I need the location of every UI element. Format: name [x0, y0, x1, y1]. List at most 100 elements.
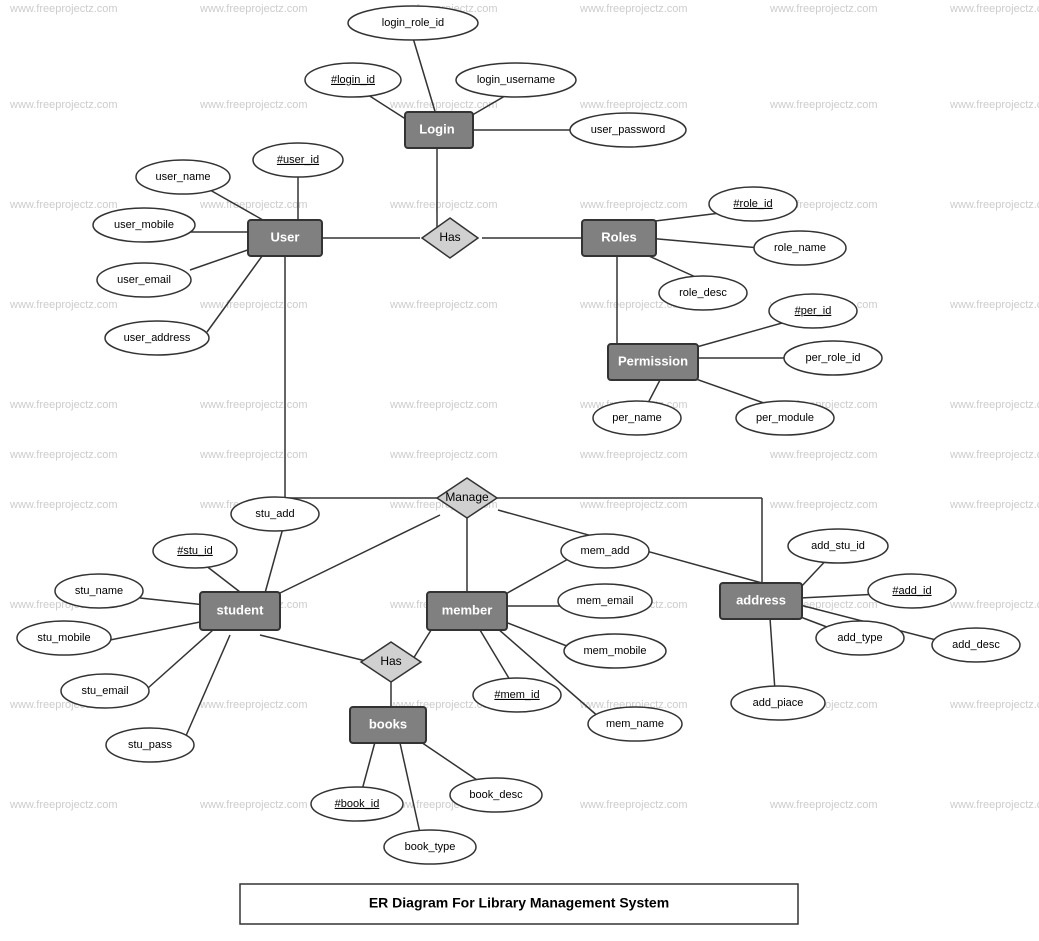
attr-add-stu-id: add_stu_id: [788, 529, 888, 563]
entity-student: student: [200, 592, 280, 630]
svg-text:#login_id: #login_id: [331, 74, 375, 86]
svg-text:www.freeprojectz.com: www.freeprojectz.com: [579, 99, 688, 111]
svg-text:www.freeprojectz.com: www.freeprojectz.com: [199, 799, 308, 811]
attr-user-address: user_address: [105, 321, 209, 355]
svg-text:www.freeprojectz.com: www.freeprojectz.com: [949, 449, 1039, 461]
svg-text:mem_add: mem_add: [581, 545, 630, 557]
attr-add-desc: add_desc: [932, 628, 1020, 662]
attr-user-name: user_name: [136, 160, 230, 194]
svg-text:www.freeprojectz.com: www.freeprojectz.com: [949, 3, 1039, 15]
attr-per-module: per_module: [736, 401, 834, 435]
attr-mem-mobile: mem_mobile: [564, 634, 666, 668]
svg-text:user_address: user_address: [124, 332, 191, 344]
svg-text:www.freeprojectz.com: www.freeprojectz.com: [769, 499, 878, 511]
attr-per-role-id: per_role_id: [784, 341, 882, 375]
svg-text:#per_id: #per_id: [795, 305, 832, 317]
svg-text:address: address: [736, 592, 786, 607]
entity-books: books: [350, 707, 426, 743]
svg-text:stu_pass: stu_pass: [128, 739, 173, 751]
entity-user: User: [248, 220, 322, 256]
svg-text:www.freeprojectz.com: www.freeprojectz.com: [9, 449, 118, 461]
svg-text:www.freeprojectz.com: www.freeprojectz.com: [199, 449, 308, 461]
svg-text:User: User: [271, 229, 300, 244]
svg-text:#mem_id: #mem_id: [494, 689, 539, 701]
svg-text:Manage: Manage: [445, 490, 489, 504]
entity-roles: Roles: [582, 220, 656, 256]
attr-stu-email: stu_email: [61, 674, 149, 708]
relation-has1: Has: [422, 218, 478, 258]
svg-text:www.freeprojectz.com: www.freeprojectz.com: [769, 99, 878, 111]
svg-text:www.freeprojectz.com: www.freeprojectz.com: [9, 99, 118, 111]
svg-text:www.freeprojectz.com: www.freeprojectz.com: [389, 199, 498, 211]
svg-text:stu_email: stu_email: [81, 685, 128, 697]
svg-text:www.freeprojectz.com: www.freeprojectz.com: [769, 799, 878, 811]
svg-text:login_username: login_username: [477, 74, 555, 86]
entity-address: address: [720, 583, 802, 619]
attr-user-password: user_password: [570, 113, 686, 147]
attr-stu-id: #stu_id: [153, 534, 237, 568]
svg-text:Permission: Permission: [618, 353, 688, 368]
svg-text:stu_mobile: stu_mobile: [37, 632, 90, 644]
attr-book-type: book_type: [384, 830, 476, 864]
svg-text:add_type: add_type: [837, 632, 882, 644]
svg-text:www.freeprojectz.com: www.freeprojectz.com: [949, 99, 1039, 111]
attr-per-name: per_name: [593, 401, 681, 435]
svg-text:user_name: user_name: [155, 171, 210, 183]
svg-text:www.freeprojectz.com: www.freeprojectz.com: [769, 3, 878, 15]
svg-text:stu_add: stu_add: [255, 508, 294, 520]
svg-text:per_module: per_module: [756, 412, 814, 424]
attr-stu-mobile: stu_mobile: [17, 621, 111, 655]
svg-text:www.freeprojectz.com: www.freeprojectz.com: [769, 449, 878, 461]
svg-text:role_name: role_name: [774, 242, 826, 254]
svg-text:www.freeprojectz.com: www.freeprojectz.com: [9, 3, 118, 15]
svg-text:www.freeprojectz.com: www.freeprojectz.com: [389, 299, 498, 311]
svg-text:per_name: per_name: [612, 412, 662, 424]
svg-text:www.freeprojectz.com: www.freeprojectz.com: [949, 699, 1039, 711]
attr-user-email: user_email: [97, 263, 191, 297]
svg-text:www.freeprojectz.com: www.freeprojectz.com: [199, 399, 308, 411]
attr-mem-id: #mem_id: [473, 678, 561, 712]
svg-text:#stu_id: #stu_id: [177, 545, 212, 557]
svg-text:books: books: [369, 716, 407, 731]
svg-text:www.freeprojectz.com: www.freeprojectz.com: [9, 499, 118, 511]
svg-text:www.freeprojectz.com: www.freeprojectz.com: [389, 449, 498, 461]
svg-text:www.freeprojectz.com: www.freeprojectz.com: [949, 399, 1039, 411]
attr-login-id: #login_id: [305, 63, 401, 97]
svg-text:#role_id: #role_id: [733, 198, 772, 210]
svg-text:www.freeprojectz.com: www.freeprojectz.com: [199, 299, 308, 311]
svg-text:member: member: [442, 602, 493, 617]
svg-text:mem_mobile: mem_mobile: [584, 645, 647, 657]
svg-text:user_email: user_email: [117, 274, 171, 286]
attr-role-name: role_name: [754, 231, 846, 265]
svg-text:user_mobile: user_mobile: [114, 219, 174, 231]
svg-text:www.freeprojectz.com: www.freeprojectz.com: [579, 449, 688, 461]
attr-per-id: #per_id: [769, 294, 857, 328]
svg-text:book_desc: book_desc: [469, 789, 523, 801]
svg-text:Has: Has: [439, 230, 460, 244]
svg-text:#book_id: #book_id: [335, 798, 380, 810]
svg-text:Has: Has: [380, 654, 401, 668]
attr-mem-add: mem_add: [561, 534, 649, 568]
svg-text:www.freeprojectz.com: www.freeprojectz.com: [949, 599, 1039, 611]
diagram-svg: www.freeprojectz.com www.freeprojectz.co…: [0, 0, 1039, 941]
attr-book-desc: book_desc: [450, 778, 542, 812]
attr-stu-name: stu_name: [55, 574, 143, 608]
entity-member: member: [427, 592, 507, 630]
relation-manage: Manage: [437, 478, 497, 518]
attr-mem-email: mem_email: [558, 584, 652, 618]
svg-text:Roles: Roles: [601, 229, 636, 244]
svg-text:Login: Login: [419, 121, 454, 136]
attr-user-id: #user_id: [253, 143, 343, 177]
svg-text:ER Diagram For Library Managem: ER Diagram For Library Management System: [369, 895, 669, 911]
svg-text:mem_name: mem_name: [606, 718, 664, 730]
svg-text:user_password: user_password: [591, 124, 666, 136]
svg-text:www.freeprojectz.com: www.freeprojectz.com: [9, 799, 118, 811]
attr-user-mobile: user_mobile: [93, 208, 195, 242]
svg-text:www.freeprojectz.com: www.freeprojectz.com: [9, 299, 118, 311]
attr-add-place: add_piace: [731, 686, 825, 720]
svg-text:#user_id: #user_id: [277, 154, 319, 166]
svg-text:add_desc: add_desc: [952, 639, 1000, 651]
svg-text:role_desc: role_desc: [679, 287, 727, 299]
svg-text:add_stu_id: add_stu_id: [811, 540, 865, 552]
svg-text:www.freeprojectz.com: www.freeprojectz.com: [579, 3, 688, 15]
